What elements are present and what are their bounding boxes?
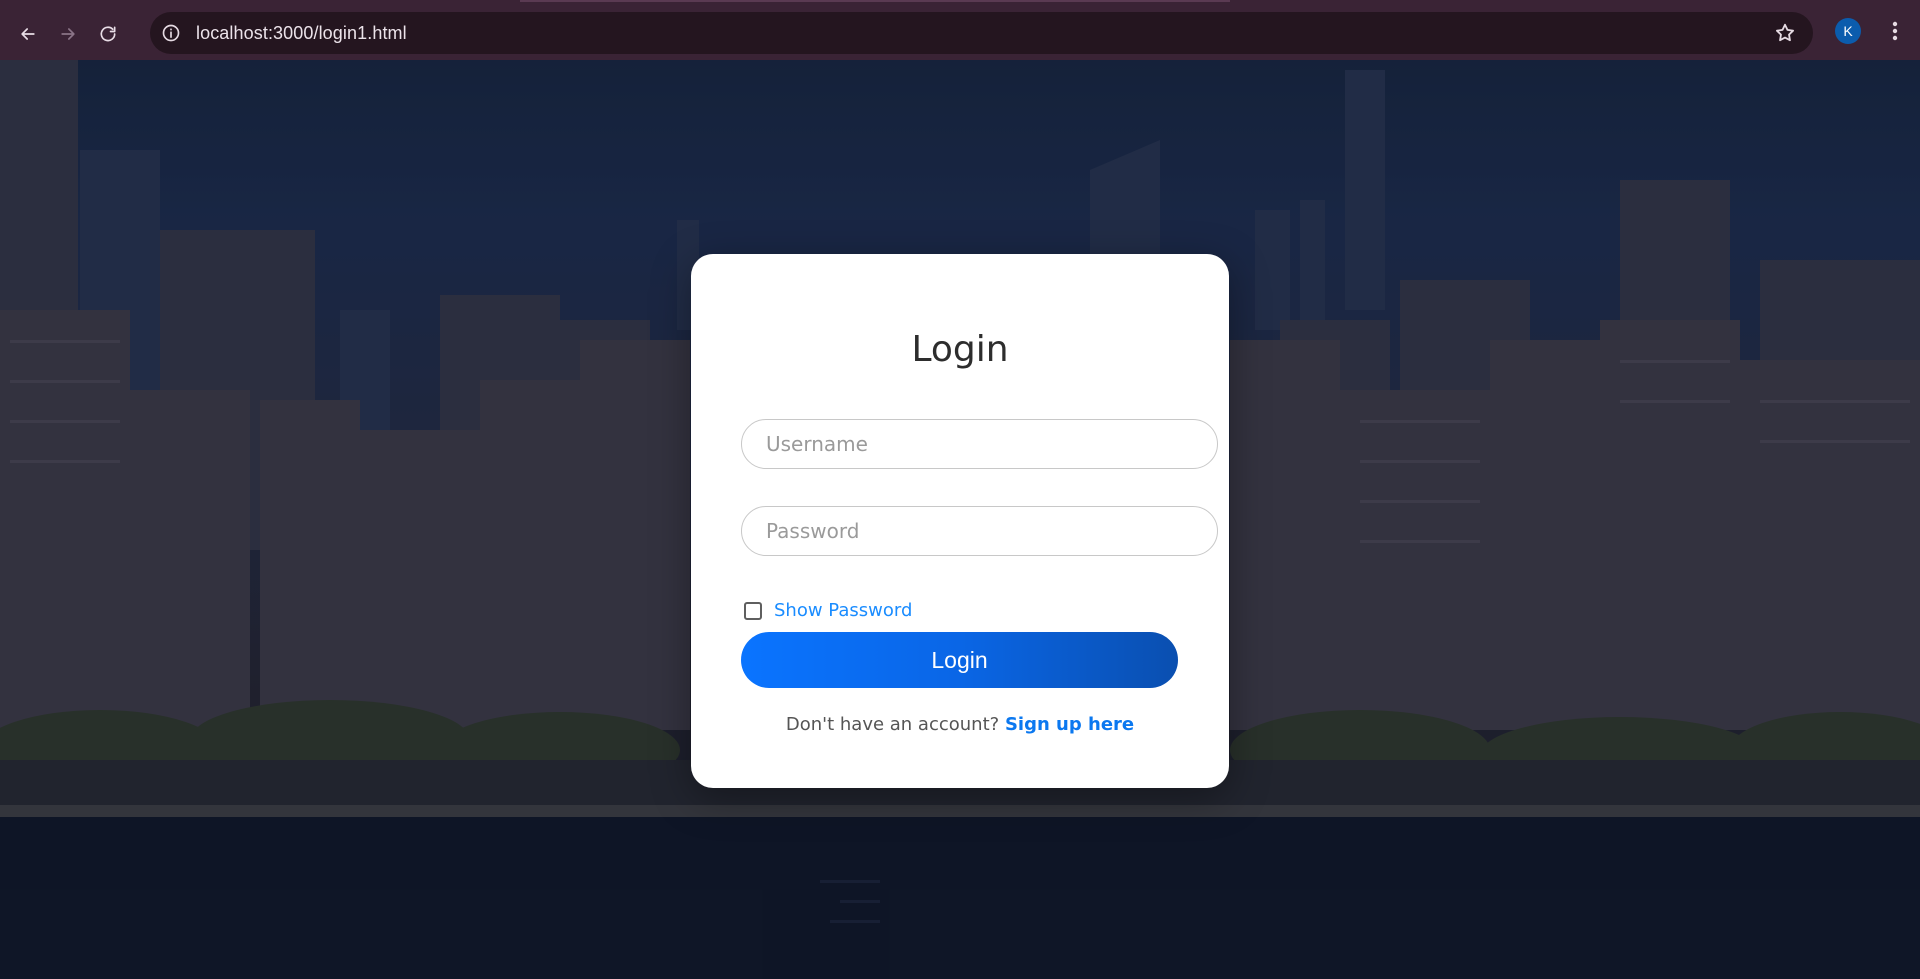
url-text[interactable]: localhost:3000/login1.html <box>196 23 407 44</box>
show-password-row: Show Password <box>744 600 912 621</box>
tab-strip-edge <box>520 0 1230 2</box>
address-bar[interactable]: localhost:3000/login1.html <box>150 12 1813 54</box>
show-password-checkbox[interactable] <box>744 601 762 620</box>
signup-prompt: Don't have an account? Sign up here <box>691 714 1229 735</box>
info-icon <box>162 24 180 42</box>
signup-link[interactable]: Sign up here <box>1005 714 1134 735</box>
back-button[interactable] <box>8 14 48 54</box>
username-input[interactable] <box>741 419 1218 469</box>
login-button[interactable]: Login <box>741 632 1178 688</box>
star-icon <box>1776 23 1794 42</box>
reload-button[interactable] <box>88 14 128 54</box>
browser-menu-button[interactable] <box>1878 14 1912 48</box>
signup-prompt-text: Don't have an account? <box>785 714 1000 735</box>
forward-button[interactable] <box>48 14 88 54</box>
bookmark-button[interactable] <box>1773 21 1797 45</box>
browser-toolbar: localhost:3000/login1.html K <box>0 8 1920 60</box>
tab-strip <box>0 0 1920 8</box>
reload-icon <box>100 26 116 42</box>
password-input[interactable] <box>741 506 1218 556</box>
page-viewport: Login Show Password Login Don't have an … <box>0 60 1920 979</box>
show-password-label[interactable]: Show Password <box>774 600 912 621</box>
login-title: Login <box>911 329 1009 370</box>
arrow-right-icon <box>61 28 75 40</box>
kebab-menu-icon <box>1892 21 1898 41</box>
login-card: Login Show Password Login Don't have an … <box>691 254 1229 788</box>
arrow-left-icon <box>21 28 35 40</box>
profile-avatar[interactable]: K <box>1835 18 1861 44</box>
site-info-button[interactable] <box>150 12 192 54</box>
